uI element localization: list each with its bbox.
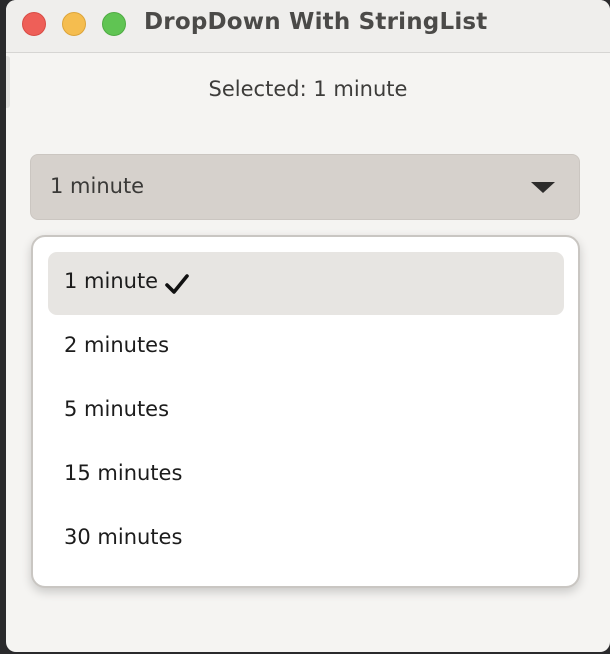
close-icon[interactable] bbox=[22, 12, 46, 36]
dropdown-current-value: 1 minute bbox=[50, 174, 145, 198]
dropdown-button[interactable]: 1 minute bbox=[30, 154, 580, 220]
window-title: DropDown With StringList bbox=[144, 9, 488, 35]
option-5-minutes[interactable]: 5 minutes bbox=[48, 380, 564, 443]
option-label: 5 minutes bbox=[64, 397, 170, 421]
option-label: 15 minutes bbox=[64, 461, 183, 485]
option-1-minute[interactable]: 1 minute bbox=[48, 252, 564, 315]
option-label: 1 minute bbox=[64, 269, 159, 293]
option-30-minutes[interactable]: 30 minutes bbox=[48, 508, 564, 571]
option-label: 30 minutes bbox=[64, 525, 183, 549]
checkmark-icon bbox=[165, 274, 189, 294]
option-2-minutes[interactable]: 2 minutes bbox=[48, 316, 564, 379]
maximize-icon[interactable] bbox=[102, 12, 126, 36]
selected-status-label: Selected: 1 minute bbox=[208, 77, 408, 101]
option-label: 2 minutes bbox=[64, 333, 170, 357]
app-window: DropDown With StringList Selected: 1 min… bbox=[6, 0, 610, 652]
option-15-minutes[interactable]: 15 minutes bbox=[48, 444, 564, 507]
triangle-down-icon bbox=[531, 182, 555, 193]
minimize-icon[interactable] bbox=[62, 12, 86, 36]
titlebar: DropDown With StringList bbox=[6, 0, 610, 53]
dropdown-popover: 1 minute 2 minutes 5 minutes 15 minutes … bbox=[31, 235, 580, 588]
